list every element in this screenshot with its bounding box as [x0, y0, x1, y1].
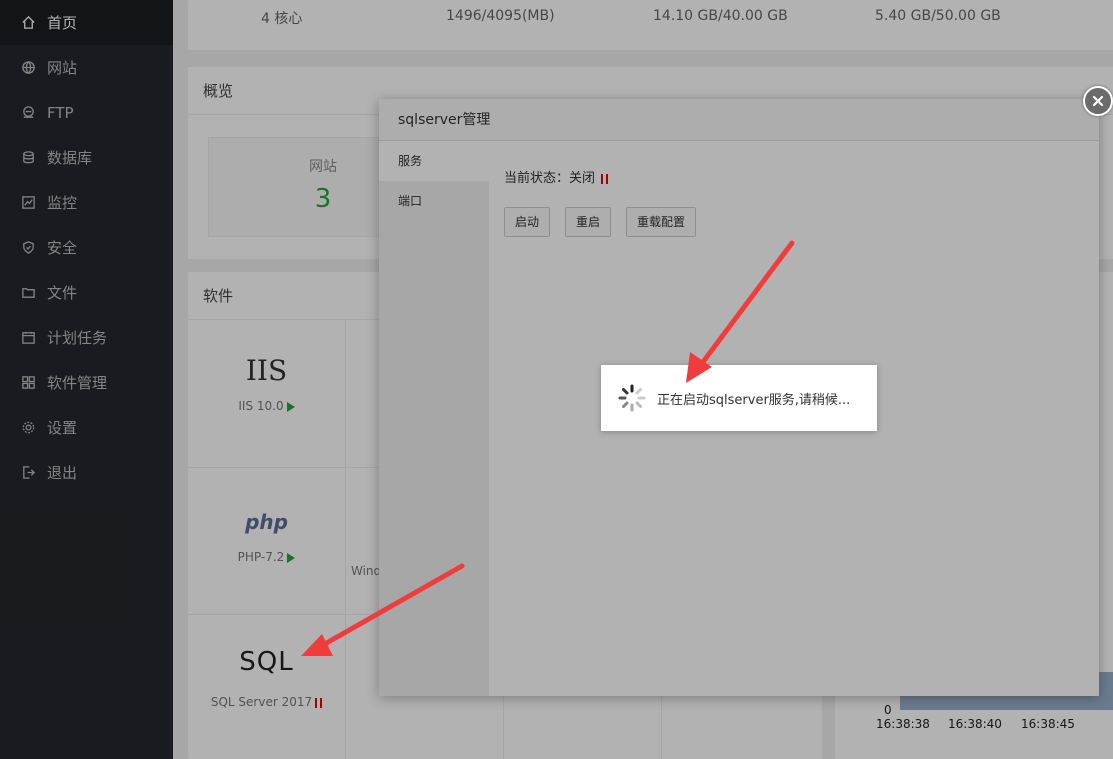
- annotation-arrows: [301, 240, 795, 656]
- annotation-arrow-to-sql: [301, 563, 465, 656]
- annotation-arrow-to-toast: [686, 240, 795, 383]
